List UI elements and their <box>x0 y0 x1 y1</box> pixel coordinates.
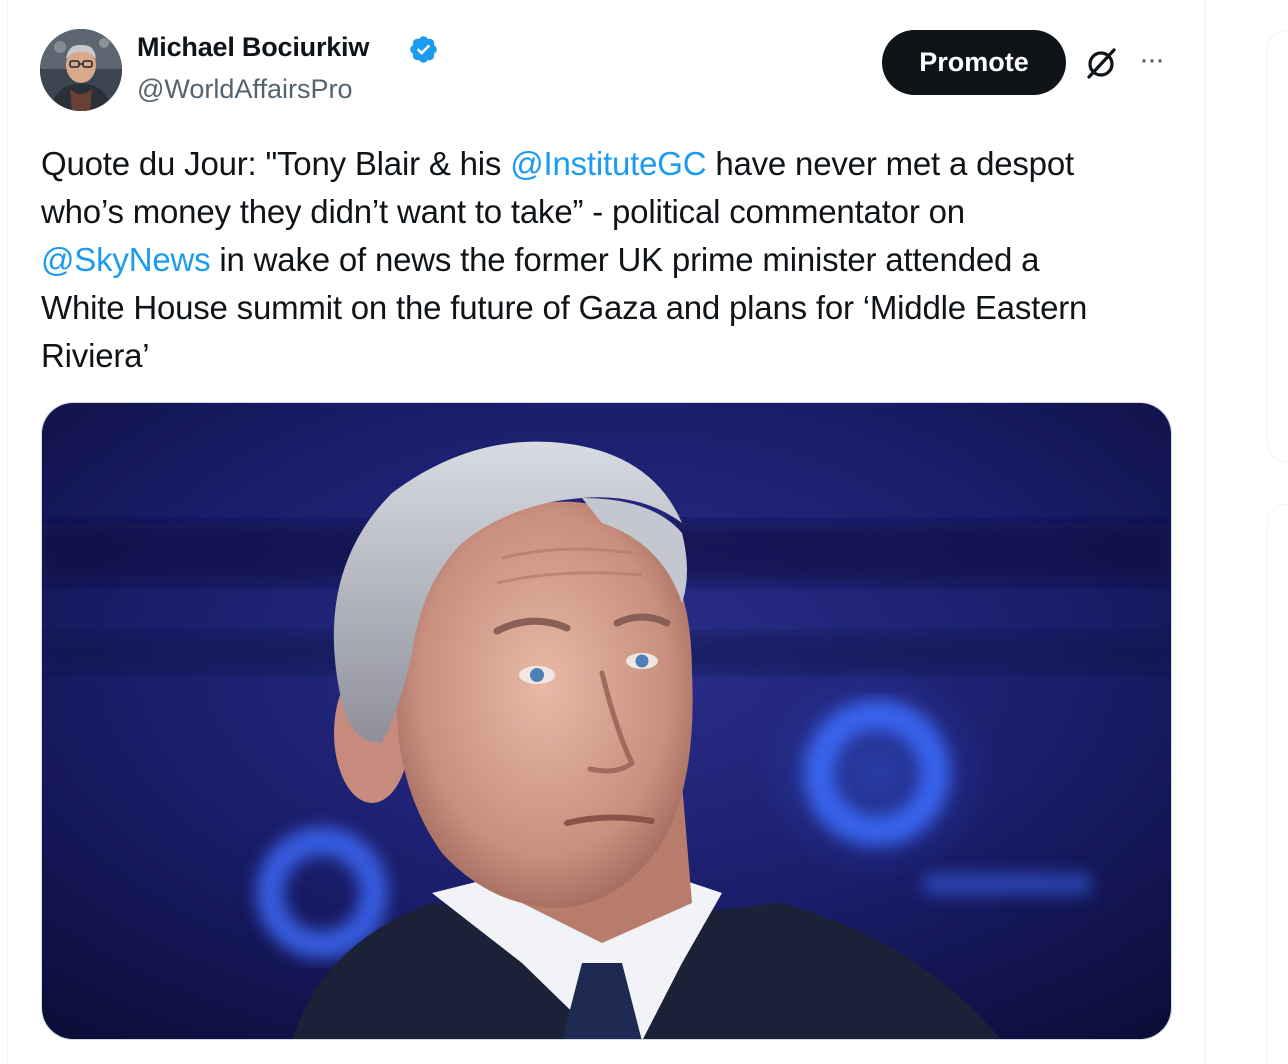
tweet-text-segment: White House summit on the future of Gaza… <box>41 289 1088 326</box>
verified-badge-icon <box>410 36 437 63</box>
tweet-text: Quote du Jour: "Tony Blair & his @Instit… <box>41 140 1181 380</box>
tweet-text-segment: who’s money they didn’t want to take” - … <box>41 193 965 230</box>
sidebar-card <box>1267 30 1288 462</box>
tweet-text-line: @SkyNews in wake of news the former UK p… <box>41 236 1181 284</box>
column-border-left <box>7 0 8 1064</box>
sidebar-card <box>1267 504 1288 1064</box>
column-border-right <box>1205 0 1206 1064</box>
tweet-text-segment: Quote du Jour: "Tony Blair & his <box>41 145 511 182</box>
mention-link[interactable]: @InstituteGC <box>510 145 706 182</box>
avatar[interactable] <box>40 29 122 111</box>
tweet-text-segment: Riviera’ <box>41 337 150 374</box>
mention-link[interactable]: @SkyNews <box>41 241 211 278</box>
tweet-text-line: who’s money they didn’t want to take” - … <box>41 188 1181 236</box>
tweet-text-line: White House summit on the future of Gaza… <box>41 284 1181 332</box>
tweet-text-line: Quote du Jour: "Tony Blair & his @Instit… <box>41 140 1181 188</box>
author-name[interactable]: Michael Bociurkiw <box>137 32 369 63</box>
more-icon[interactable]: ··· <box>1139 45 1171 75</box>
promote-button[interactable]: Promote <box>882 30 1066 95</box>
tweet-text-segment: have never met a despot <box>706 145 1074 182</box>
tweet-text-line: Riviera’ <box>41 332 1181 380</box>
tweet-page: Michael Bociurkiw @WorldAffairsPro Promo… <box>0 0 1288 1064</box>
tweet-photo[interactable] <box>41 402 1172 1040</box>
slashed-circle-icon[interactable] <box>1082 44 1120 82</box>
tweet-text-segment: in wake of news the former UK prime mini… <box>210 241 1040 278</box>
author-handle[interactable]: @WorldAffairsPro <box>137 74 352 105</box>
